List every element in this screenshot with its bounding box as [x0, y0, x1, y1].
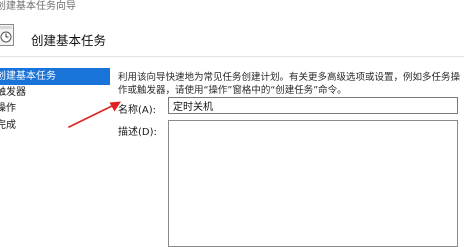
name-input[interactable]	[168, 97, 458, 114]
window-title: 创建基本任务向导	[0, 1, 76, 12]
header-divider	[0, 56, 464, 57]
title-bar: 创建基本任务向导	[0, 0, 464, 14]
wizard-header: 创建基本任务	[0, 14, 464, 56]
page-title: 创建基本任务	[31, 33, 107, 48]
description-textarea[interactable]	[168, 120, 458, 247]
red-arrow-annotation	[68, 101, 121, 128]
step-label: 触发器	[0, 87, 26, 98]
wizard-content: 利用该向导快速地为常见任务创建计划。有关更多高级选项或设置，例如多任务操作或触发…	[118, 66, 464, 247]
task-scheduler-icon	[0, 24, 14, 46]
wizard-description: 利用该向导快速地为常见任务创建计划。有关更多高级选项或设置，例如多任务操作或触发…	[118, 72, 461, 96]
step-label: 操作	[0, 103, 16, 114]
step-label: 创建基本任务	[0, 71, 56, 82]
step-label: 完成	[0, 120, 16, 131]
step-create-basic-task[interactable]: 创建基本任务	[0, 68, 110, 85]
wizard-steps: 创建基本任务 触发器 操作 完成	[0, 66, 110, 247]
